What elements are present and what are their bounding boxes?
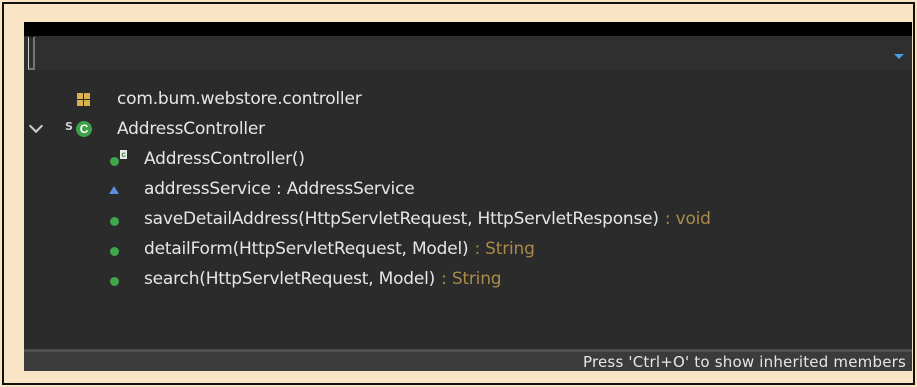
public-method-icon: [110, 247, 119, 256]
outline-tree: com.bum.webstore.controller S C AddressC…: [24, 84, 912, 294]
view-menu-dropdown-icon[interactable]: [894, 54, 904, 59]
status-hint: Press 'Ctrl+O' to show inherited members: [582, 353, 906, 371]
tree-item-package[interactable]: com.bum.webstore.controller: [24, 84, 912, 114]
member-label: AddressController(): [144, 149, 305, 169]
class-static-marker-icon: S: [65, 120, 73, 133]
public-method-icon: [110, 157, 119, 166]
chevron-down-icon[interactable]: [28, 118, 44, 134]
protected-field-icon: [109, 186, 119, 194]
tree-item-member[interactable]: c AddressController(): [24, 144, 912, 174]
quick-outline-popup: com.bum.webstore.controller S C AddressC…: [24, 22, 912, 371]
member-return-type: : void: [664, 209, 711, 229]
package-icon: [77, 93, 90, 106]
filter-input[interactable]: [28, 36, 35, 70]
tree-item-member[interactable]: saveDetailAddress(HttpServletRequest, Ht…: [24, 204, 912, 234]
member-return-type: : String: [474, 239, 535, 259]
member-return-type: : String: [441, 269, 502, 289]
member-label: search(HttpServletRequest, Model): [144, 269, 436, 289]
member-label: saveDetailAddress(HttpServletRequest, Ht…: [144, 209, 659, 229]
member-label: detailForm(HttpServletRequest, Model): [144, 239, 469, 259]
filter-bar: [24, 22, 912, 70]
tree-item-member[interactable]: addressService : AddressService: [24, 174, 912, 204]
class-label: AddressController: [117, 119, 265, 139]
package-label: com.bum.webstore.controller: [117, 89, 362, 109]
member-label: addressService : AddressService: [144, 179, 415, 199]
constructor-badge-icon: c: [120, 150, 127, 159]
tree-item-member[interactable]: search(HttpServletRequest, Model) : Stri…: [24, 264, 912, 294]
public-method-icon: [110, 277, 119, 286]
tree-item-class[interactable]: S C AddressController: [24, 114, 912, 144]
class-icon: C: [76, 121, 92, 137]
status-bar: Press 'Ctrl+O' to show inherited members: [24, 349, 912, 371]
public-method-icon: [110, 217, 119, 226]
tree-item-member[interactable]: detailForm(HttpServletRequest, Model) : …: [24, 234, 912, 264]
